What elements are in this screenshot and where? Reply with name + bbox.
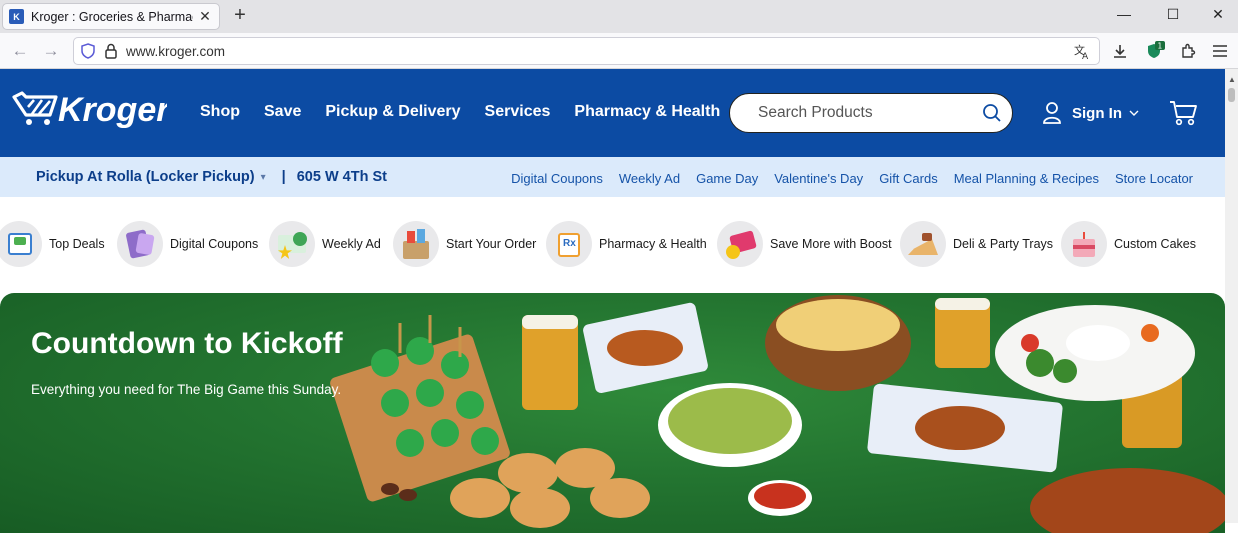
category-weekly-ad[interactable]: Weekly Ad [269,218,381,270]
hero-subtitle: Everything you need for The Big Game thi… [31,382,342,397]
boost-icon [717,221,763,267]
category-top-deals[interactable]: Top Deals [0,218,105,270]
category-digital-coupons[interactable]: Digital Coupons [117,218,258,270]
kroger-favicon-icon: K [9,9,24,24]
category-boost[interactable]: Save More with Boost [717,218,892,270]
link-digital-coupons[interactable]: Digital Coupons [511,171,603,186]
extension-badge: 1 [1158,42,1163,51]
forward-button[interactable]: → [41,41,61,61]
extension-shield-icon[interactable]: 1 [1144,41,1166,61]
link-store-locator[interactable]: Store Locator [1115,171,1193,186]
minimize-icon[interactable]: — [1114,6,1134,22]
nav-services[interactable]: Services [485,103,551,121]
sign-in-label: Sign In [1072,104,1122,122]
category-start-your-order[interactable]: Start Your Order [393,218,536,270]
quick-links: Digital Coupons Weekly Ad Game Day Valen… [495,171,1193,186]
shield-icon [81,43,95,59]
extensions-puzzle-icon[interactable] [1177,41,1199,61]
link-game-day[interactable]: Game Day [696,171,758,186]
category-label: Save More with Boost [770,237,892,251]
link-gift-cards[interactable]: Gift Cards [879,171,938,186]
browser-nav-bar: ← → www.kroger.com 文 A 1 [0,33,1238,69]
store-mode: Pickup At Rolla (Locker Pickup) [36,169,255,185]
sign-in-button[interactable]: Sign In [1042,101,1140,125]
scrollbar-thumb[interactable] [1228,88,1235,102]
chevron-down-icon [1129,110,1139,116]
category-label: Top Deals [49,237,105,251]
nav-pharmacy-health[interactable]: Pharmacy & Health [574,103,720,121]
category-label: Pharmacy & Health [599,237,707,251]
link-valentines-day[interactable]: Valentine's Day [774,171,863,186]
category-custom-cakes[interactable]: Custom Cakes [1061,218,1196,270]
translate-icon[interactable]: 文 A [1073,42,1091,60]
chevron-down-icon: ▾ [260,171,266,183]
downloads-icon[interactable] [1109,41,1131,61]
new-tab-button[interactable]: + [230,5,250,25]
category-label: Custom Cakes [1114,237,1196,251]
hero-title: Countdown to Kickoff [31,327,343,360]
main-nav: Shop Save Pickup & Delivery Services Pha… [200,103,744,121]
search-bar[interactable]: Search Products [729,93,1013,133]
user-icon [1043,102,1061,124]
nav-shop[interactable]: Shop [200,103,240,121]
url-text: www.kroger.com [126,43,226,59]
kroger-logo[interactable]: Kroger [12,85,171,141]
cart-icon[interactable] [1168,99,1198,132]
pharmacy-icon: Rx [546,221,592,267]
store-address: 605 W 4Th St [296,169,387,185]
kroger-logo-text: Kroger [58,91,167,129]
category-deli-party-trays[interactable]: Deli & Party Trays [900,218,1053,270]
svg-text:A: A [1082,52,1089,60]
weekly-ad-icon [269,221,315,267]
page-scrollbar[interactable] [1225,69,1238,523]
address-bar[interactable]: www.kroger.com 文 A [73,37,1100,65]
start-order-icon [393,221,439,267]
category-pharmacy-health[interactable]: Rx Pharmacy & Health [546,218,707,270]
tab-close-icon[interactable]: ✕ [197,8,213,25]
category-label: Digital Coupons [170,237,259,251]
nav-pickup-delivery[interactable]: Pickup & Delivery [325,103,460,121]
maximize-icon[interactable]: ☐ [1163,6,1183,23]
category-label: Deli & Party Trays [953,237,1054,251]
category-shortcuts: Top Deals Digital Coupons Weekly Ad Star… [0,218,1225,272]
window-close-icon[interactable]: ✕ [1208,6,1228,23]
menu-hamburger-icon[interactable] [1209,41,1231,61]
browser-tab[interactable]: K Kroger : Groceries & Pharmacy ✕ [2,3,220,30]
search-input[interactable]: Search Products [758,104,972,122]
category-label: Start Your Order [446,237,537,251]
scroll-up-icon[interactable]: ▲ [1228,75,1236,84]
store-sub-bar: Pickup At Rolla (Locker Pickup) ▾ | 605 … [0,157,1225,197]
tab-title: Kroger : Groceries & Pharmacy [31,9,193,24]
nav-save[interactable]: Save [264,103,301,121]
search-icon[interactable] [972,93,1012,133]
site-header: Kroger Shop Save Pickup & Delivery Servi… [0,69,1225,157]
lock-icon [105,43,117,59]
hero-banner[interactable]: Countdown to Kickoff Everything you need… [0,293,1225,533]
browser-tab-bar: K Kroger : Groceries & Pharmacy ✕ + — ☐ … [0,0,1238,33]
deli-icon [900,221,946,267]
top-deals-icon [0,221,42,267]
back-button[interactable]: ← [10,41,30,61]
cake-icon [1061,221,1107,267]
link-weekly-ad[interactable]: Weekly Ad [619,171,680,186]
store-selector[interactable]: Pickup At Rolla (Locker Pickup) ▾ | 605 … [36,169,387,185]
link-meal-planning[interactable]: Meal Planning & Recipes [954,171,1099,186]
digital-coupons-icon [117,221,163,267]
category-label: Weekly Ad [322,237,381,251]
store-separator: | [281,169,286,185]
